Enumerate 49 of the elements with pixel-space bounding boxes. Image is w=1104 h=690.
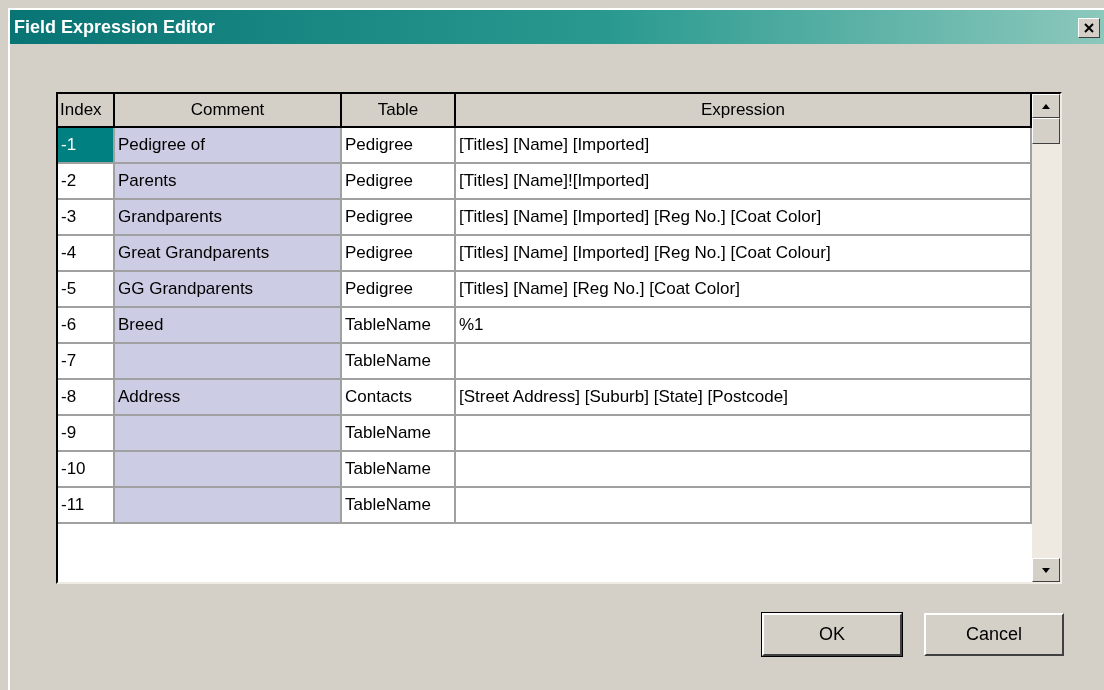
comment-cell[interactable]	[115, 488, 342, 524]
comment-cell[interactable]: Pedigree of	[115, 128, 342, 164]
expression-cell[interactable]: %1	[456, 308, 1032, 344]
close-button[interactable]	[1078, 18, 1100, 38]
expression-cell[interactable]: [Titles] [Name]![Imported]	[456, 164, 1032, 200]
comment-cell[interactable]: GG Grandparents	[115, 272, 342, 308]
table-cell[interactable]: TableName	[342, 416, 456, 452]
comment-cell[interactable]	[115, 344, 342, 380]
expression-cell[interactable]: [Street Address] [Suburb] [State] [Postcode]	[456, 380, 1032, 416]
ok-button[interactable]: OK	[762, 613, 902, 656]
expression-cell[interactable]	[456, 344, 1032, 380]
table-cell[interactable]: Pedigree	[342, 236, 456, 272]
column-header[interactable]: Index	[58, 94, 115, 128]
expression-cell[interactable]: [Titles] [Name] [Imported] [Reg No.] [Coat Colour]	[456, 236, 1032, 272]
up-arrow-icon	[1042, 103, 1050, 109]
table-cell[interactable]: TableName	[342, 308, 456, 344]
comment-cell[interactable]: Address	[115, 380, 342, 416]
column-header[interactable]: Expression	[456, 94, 1032, 128]
table-cell[interactable]: Pedigree	[342, 164, 456, 200]
comment-cell[interactable]: Grandparents	[115, 200, 342, 236]
column-header[interactable]: Table	[342, 94, 456, 128]
table-cell[interactable]: TableName	[342, 344, 456, 380]
expression-cell[interactable]	[456, 488, 1032, 524]
scroll-up-button[interactable]	[1032, 94, 1060, 118]
table-cell[interactable]: Pedigree	[342, 272, 456, 308]
comment-cell[interactable]	[115, 452, 342, 488]
expression-cell[interactable]	[456, 416, 1032, 452]
cancel-button[interactable]: Cancel	[924, 613, 1064, 656]
comment-cell[interactable]: Great Grandparents	[115, 236, 342, 272]
column-header[interactable]: Comment	[115, 94, 342, 128]
table-cell[interactable]: Pedigree	[342, 200, 456, 236]
table-cell[interactable]: TableName	[342, 452, 456, 488]
table-cell[interactable]: Contacts	[342, 380, 456, 416]
scroll-thumb[interactable]	[1032, 118, 1060, 144]
comment-cell[interactable]	[115, 416, 342, 452]
expression-cell[interactable]: [Titles] [Name] [Reg No.] [Coat Color]	[456, 272, 1032, 308]
expression-cell[interactable]: [Titles] [Name] [Imported] [Reg No.] [Coat Color]	[456, 200, 1032, 236]
index-cell[interactable]: -1	[58, 128, 115, 164]
close-icon	[1084, 23, 1094, 33]
expression-cell[interactable]	[456, 452, 1032, 488]
down-arrow-icon	[1042, 567, 1050, 573]
table-cell[interactable]: Pedigree	[342, 128, 456, 164]
expression-cell[interactable]: [Titles] [Name] [Imported]	[456, 128, 1032, 164]
comment-cell[interactable]: Parents	[115, 164, 342, 200]
window-title: Field Expression Editor	[14, 16, 216, 38]
vertical-scrollbar[interactable]	[1032, 94, 1060, 582]
scroll-down-button[interactable]	[1032, 558, 1060, 582]
table-cell[interactable]: TableName	[342, 488, 456, 524]
comment-cell[interactable]: Breed	[115, 308, 342, 344]
